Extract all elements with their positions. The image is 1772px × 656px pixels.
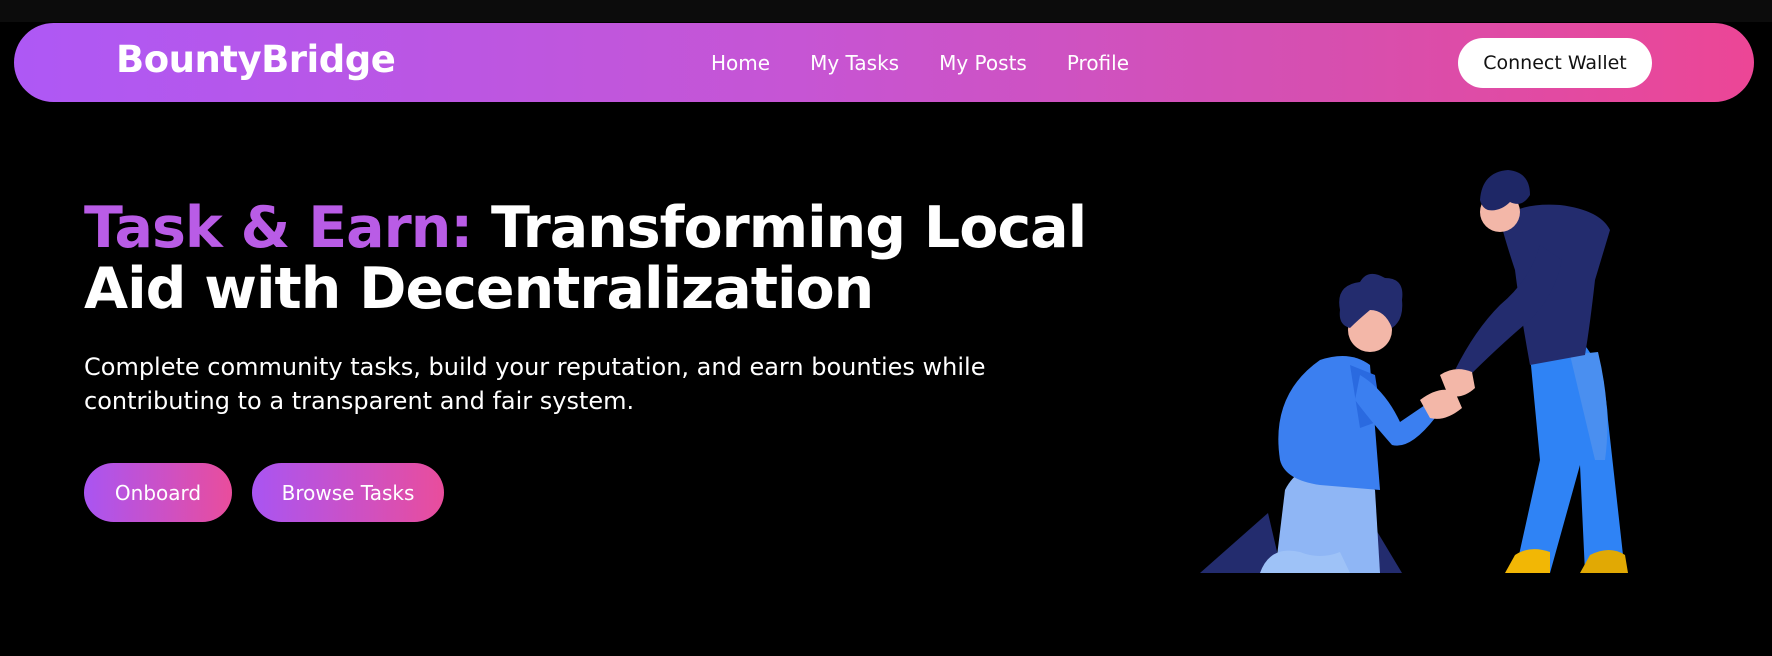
onboard-button[interactable]: Onboard <box>84 463 232 522</box>
hero-section: Task & Earn: Transforming Local Aid with… <box>84 198 1144 418</box>
hero-subtitle: Complete community tasks, build your rep… <box>84 353 986 415</box>
browser-top-strip <box>0 0 1772 22</box>
nav-link-my-tasks[interactable]: My Tasks <box>810 48 899 78</box>
brand-logo[interactable]: BountyBridge <box>116 38 396 81</box>
hero-title: Task & Earn: Transforming Local Aid with… <box>84 198 1144 320</box>
hero-title-accent: Task & Earn: <box>84 195 473 261</box>
browse-tasks-button[interactable]: Browse Tasks <box>252 463 444 522</box>
helping-hand-illustration-icon <box>1200 160 1700 580</box>
nav-link-profile[interactable]: Profile <box>1067 48 1129 78</box>
top-navbar: BountyBridge Home My Tasks My Posts Prof… <box>14 23 1754 102</box>
hero-buttons: Onboard Browse Tasks <box>84 463 444 522</box>
nav-links: Home My Tasks My Posts Profile <box>711 48 1129 78</box>
nav-link-my-posts[interactable]: My Posts <box>939 48 1027 78</box>
nav-link-home[interactable]: Home <box>711 48 770 78</box>
connect-wallet-button[interactable]: Connect Wallet <box>1458 38 1652 88</box>
